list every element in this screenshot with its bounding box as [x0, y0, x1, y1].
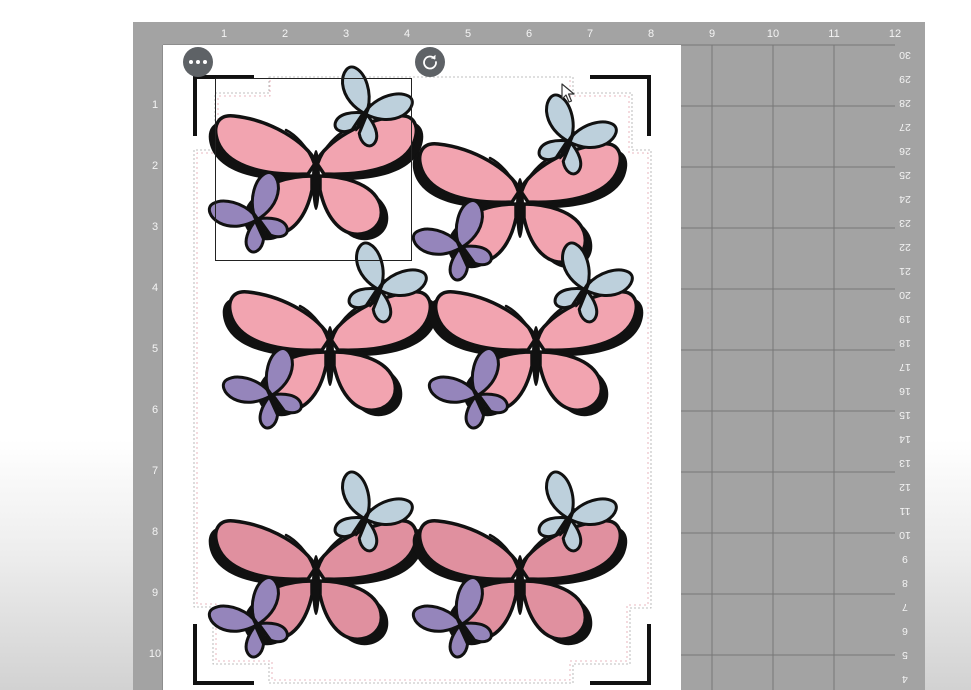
butterfly-body	[532, 326, 540, 386]
selection-box[interactable]	[215, 78, 412, 261]
registration-mark	[590, 624, 651, 685]
butterfly-body	[516, 178, 524, 238]
butterfly-body	[312, 555, 320, 615]
butterfly-body	[326, 326, 334, 386]
rotate-icon	[423, 54, 437, 70]
butterfly-cluster	[221, 241, 438, 430]
wing-lower-left	[318, 579, 384, 641]
butterfly-cluster	[411, 470, 628, 659]
butterfly-cluster	[207, 470, 424, 659]
design-canvas	[193, 65, 652, 685]
more-options-button[interactable]	[183, 47, 213, 77]
wing-lower-left	[332, 350, 398, 412]
rotate-button[interactable]	[415, 47, 445, 77]
butterfly-cluster	[411, 93, 628, 282]
butterfly-body	[516, 555, 524, 615]
more-horizontal-icon	[189, 60, 207, 64]
wing-lower-left	[522, 579, 588, 641]
registration-mark	[193, 624, 254, 685]
arrow-cursor-icon	[561, 83, 575, 103]
wing-lower-left	[538, 350, 604, 412]
